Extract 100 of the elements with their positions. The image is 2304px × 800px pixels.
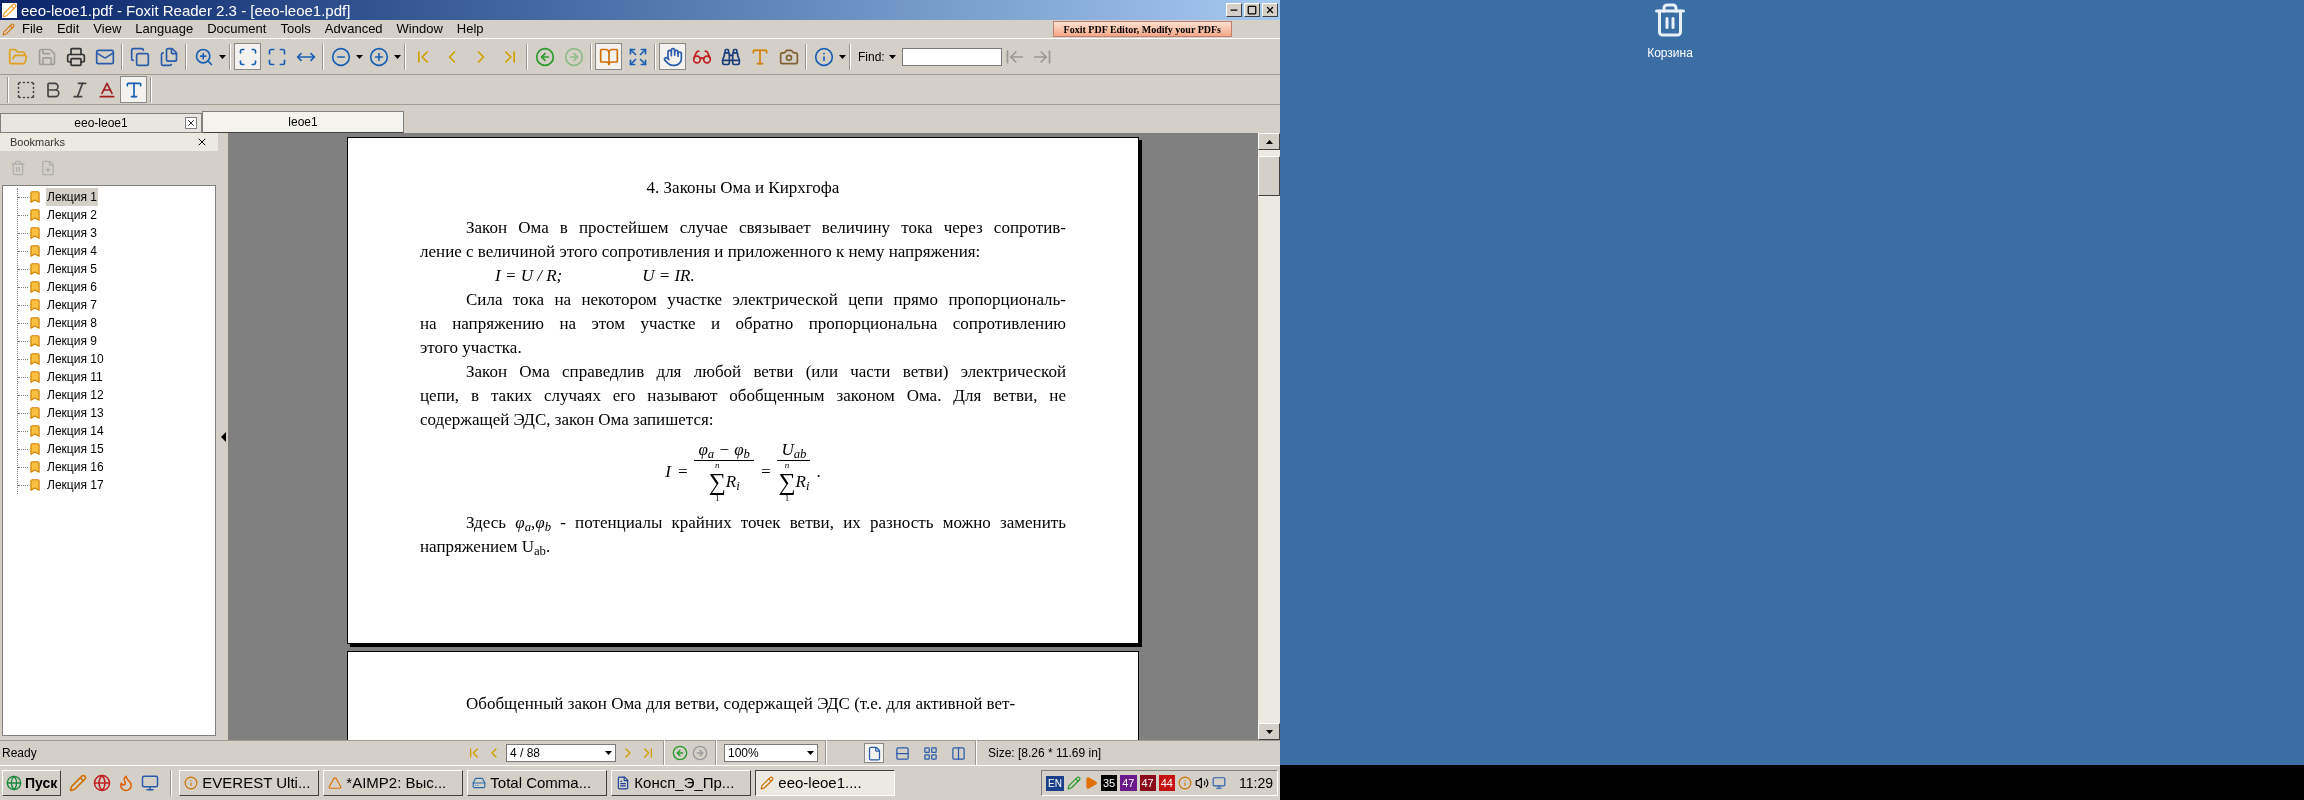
bookmark-item[interactable]: Лекция 12 [46, 386, 105, 404]
restore-icon [1247, 5, 1257, 15]
bookmark-item[interactable]: Лекция 14 [46, 422, 105, 440]
bookmarks-button[interactable] [595, 43, 622, 70]
caret-icon[interactable] [605, 751, 612, 755]
start-button[interactable]: Пуск [2, 770, 62, 796]
bookmark-icon [28, 190, 42, 204]
taskbar-button[interactable]: Total Comma... [467, 770, 608, 796]
bookmark-item[interactable]: Лекция 17 [46, 476, 105, 494]
bookmark-item[interactable]: Лекция 2 [46, 206, 98, 224]
menu-item[interactable]: File [15, 19, 50, 39]
tray-icon [1178, 776, 1192, 790]
paragraph: Закон Ома в простейшем случае связывает величину тока через сопротив- ление с величиной этого сопротивления и приложенного к нему напряжения: [420, 217, 1066, 263]
caret-icon[interactable] [888, 54, 896, 59]
menu-item[interactable]: Advanced [317, 19, 390, 39]
bookmark-item[interactable]: Лекция 16 [46, 458, 105, 476]
scroll-up-icon [1265, 139, 1273, 144]
bookmark-item[interactable]: Лекция 11 [46, 368, 104, 386]
bookmark-item[interactable]: Лекция 15 [46, 440, 105, 458]
bookmark-item[interactable]: Лекция 3 [46, 224, 98, 242]
bookmark-icon [28, 226, 42, 240]
menu-item[interactable]: Language [128, 19, 201, 39]
menu-item[interactable]: Window [389, 19, 450, 39]
bookmark-item[interactable]: Лекция 9 [46, 332, 98, 350]
desktop-icon-label[interactable]: Корзина [1647, 44, 1693, 62]
formula-text: = [759, 460, 772, 483]
bookmark-item[interactable]: Лекция 10 [46, 350, 105, 368]
bookmark-icon [28, 334, 42, 348]
sum-limit: n [714, 461, 720, 470]
bookmark-icon [28, 298, 42, 312]
bookmark-item[interactable]: Лекция 1 [46, 188, 98, 206]
bookmark-item[interactable]: Лекция 4 [46, 242, 98, 260]
bookmark-icon [28, 316, 42, 330]
typewriter-button[interactable] [120, 76, 147, 103]
quick-launch-icon[interactable] [93, 774, 112, 792]
taskbar-button[interactable]: *AIMP2: Выс... [323, 770, 464, 796]
scrollbar[interactable] [1258, 133, 1280, 740]
bookmark-icon [28, 388, 42, 402]
page-field[interactable]: 4 / 88 [506, 744, 616, 762]
app-icon [472, 776, 487, 790]
page-size-text: Size: [8.26 * 11.69 in] [988, 745, 1102, 762]
quick-launch-icon[interactable] [141, 774, 160, 792]
actual-button[interactable] [234, 43, 261, 70]
caret-icon[interactable] [807, 751, 814, 755]
minimize-button[interactable] [1226, 3, 1242, 17]
sum-limit: 1 [784, 494, 790, 503]
temperature-badge[interactable]: 44 [1158, 774, 1175, 792]
zoomin-icon [368, 46, 389, 67]
app-icon [760, 776, 775, 790]
taskbar-button[interactable]: eeo-leoe1.... [755, 770, 896, 796]
close-icon[interactable] [196, 136, 208, 148]
trash-bin-icon[interactable] [1652, 2, 1688, 38]
restore-button[interactable] [1244, 3, 1260, 17]
ad-banner[interactable]: Foxit PDF Editor, Modify your PDFs [1052, 21, 1232, 37]
scroll-thumb[interactable] [1258, 156, 1280, 196]
temperature-badge[interactable]: 35 [1101, 774, 1118, 792]
language-indicator[interactable]: EN [1046, 775, 1064, 791]
menu-item[interactable]: Help [449, 19, 491, 39]
close-tab-icon[interactable] [185, 117, 197, 129]
hand-button[interactable] [659, 43, 686, 70]
page-layout-button[interactable] [864, 743, 884, 763]
paragraph: Закон Ома справедлив для любой ветви (или части ветви) электрической цепи, в таких случаях его называют обобщенным законом Ома. Для ветви, не содержащей ЭДС, закон Ома запишется: [420, 361, 1066, 431]
caret-icon[interactable] [356, 54, 363, 59]
close-button[interactable] [1262, 3, 1278, 17]
taskbar-button[interactable]: Консп_Э_Пр... [611, 770, 752, 796]
menu-item[interactable]: View [86, 19, 129, 39]
caret-icon[interactable] [219, 54, 226, 59]
quick-launch-icon[interactable] [69, 774, 88, 792]
document-tab[interactable]: eeo-leoe1 [0, 113, 202, 133]
temperature-badge[interactable]: 47 [1120, 774, 1137, 792]
formula-text: = [676, 460, 689, 483]
caret-icon[interactable] [839, 54, 846, 59]
menu-item[interactable]: Edit [49, 19, 87, 39]
save-icon [36, 46, 57, 67]
volume-icon[interactable] [1195, 776, 1209, 790]
find-field[interactable] [901, 47, 1002, 66]
taskbar-button[interactable]: EVEREST Ulti... [179, 770, 320, 796]
bookmark-item[interactable]: Лекция 8 [46, 314, 98, 332]
back-icon[interactable] [672, 745, 688, 761]
zoom-icon [193, 46, 214, 67]
equation: U = IR. [642, 265, 695, 287]
find-label: Find: [858, 48, 885, 66]
sum-limit: 1 [714, 494, 720, 503]
document-tab[interactable]: leoe1 [202, 111, 404, 133]
forward-icon [563, 46, 584, 67]
bookmark-item[interactable]: Лекция 6 [46, 278, 98, 296]
collapse-icon[interactable] [220, 431, 226, 442]
bookmark-icon [28, 442, 42, 456]
caret-icon[interactable] [394, 54, 401, 59]
tray-icon [1067, 776, 1081, 790]
menu-item[interactable]: Tools [273, 19, 318, 39]
zoom-field[interactable]: 100% [724, 744, 818, 762]
temperature-badge[interactable]: 47 [1139, 774, 1156, 792]
bookmark-item[interactable]: Лекция 13 [46, 404, 105, 422]
bookmark-item[interactable]: Лекция 7 [46, 296, 98, 314]
menu-item[interactable]: Document [200, 19, 274, 39]
paragraph: Здесь φ$_{a}$,φ$_{b}$ - потенциалы крайних точек ветви, их разность можно заменить напряжением U$_{ab}$. [420, 512, 1066, 559]
window-title: eeo-leoe1.pdf - Foxit Reader 2.3 - [eeo-leoe1.pdf] [21, 2, 351, 18]
clock: 11:29 [1239, 773, 1273, 793]
bookmark-item[interactable]: Лекция 5 [46, 260, 98, 278]
